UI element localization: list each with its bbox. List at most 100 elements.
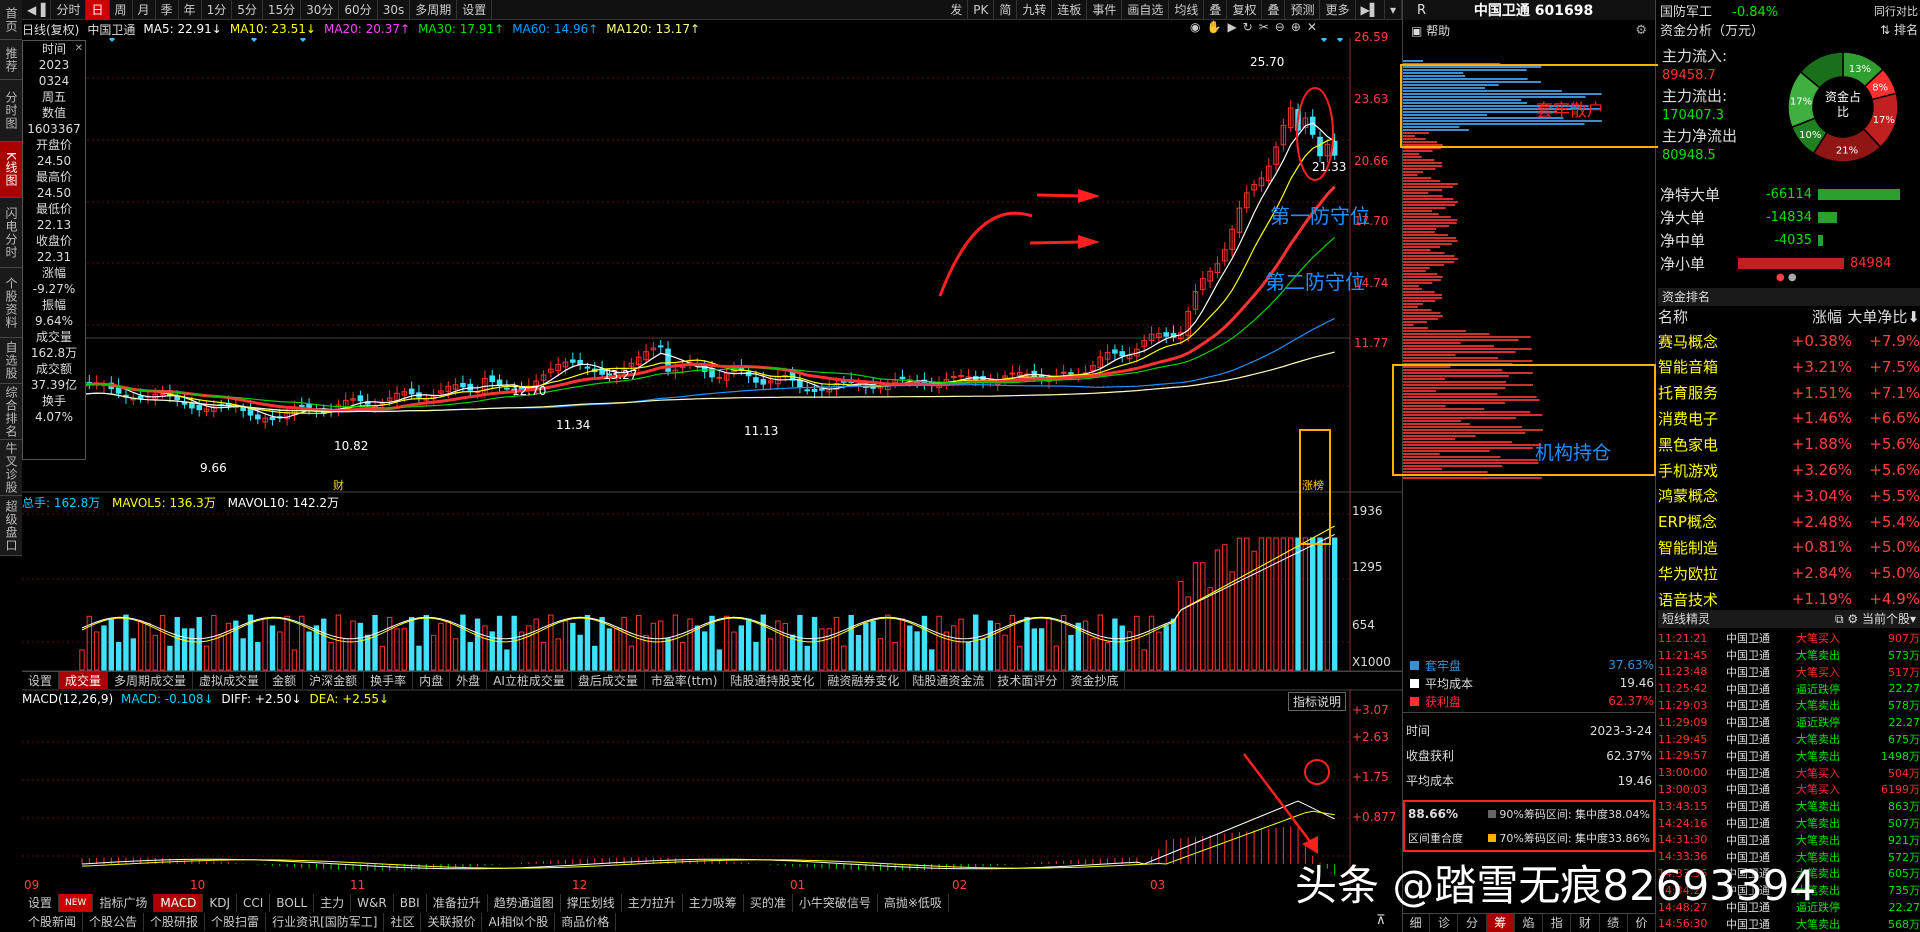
close-icon[interactable]: ✕ [1307, 20, 1323, 34]
volume-tab[interactable]: 虚拟成交量 [193, 672, 267, 689]
indicator-tab[interactable]: 主力拉升 [622, 894, 683, 912]
info-tab[interactable]: 社区 [384, 913, 422, 931]
nav-tab[interactable]: 超级盘口 [0, 496, 22, 556]
rank-link[interactable]: 排名 [1894, 23, 1918, 37]
tick-row[interactable]: 14:31:30 中国卫通 大笔卖出 921万 [1658, 832, 1920, 849]
scissors-icon[interactable]: ✂ [1259, 20, 1275, 34]
play-icon[interactable]: ▶ [1227, 20, 1242, 34]
col-name[interactable]: 名称 [1658, 306, 1762, 326]
period-tab[interactable]: 5分 [232, 0, 263, 20]
indicator-help-button[interactable]: 指标说明 [1288, 692, 1347, 711]
ranking-row[interactable]: 语音技术 +1.19% +4.9% [1658, 586, 1920, 612]
col-net[interactable]: 大单净比⬇ [1842, 306, 1920, 326]
ranking-row[interactable]: 华为欧拉 +2.84% +5.0% [1658, 560, 1920, 586]
tick-row[interactable]: 13:43:15 中国卫通 大笔卖出 863万 [1658, 798, 1920, 815]
indicator-tab[interactable]: 高抛※低吸 [878, 894, 949, 912]
volume-tab[interactable]: 换手率 [364, 672, 414, 689]
nav-tab[interactable]: 分时图 [0, 80, 22, 142]
tick-row[interactable]: 11:29:57 中国卫通 大笔卖出 1498万 [1658, 748, 1920, 765]
ranking-row[interactable]: 托育服务 +1.51% +7.1% [1658, 380, 1920, 406]
info-tab[interactable]: 个股新闻 [22, 913, 84, 931]
ranking-row[interactable]: 赛马概念 +0.38% +7.9% [1658, 328, 1920, 354]
volume-tab[interactable]: 技术面评分 [991, 672, 1065, 689]
period-tab[interactable]: 多周期 [410, 0, 458, 20]
volume-tab[interactable]: 金额 [266, 672, 304, 689]
volume-tab[interactable]: 市盈率(ttm) [645, 672, 725, 689]
chip-tab[interactable]: 分 [1458, 914, 1487, 932]
nav-tab[interactable]: 自选股 [0, 338, 22, 384]
tool-button[interactable]: 更多 [1320, 0, 1356, 20]
nav-tab[interactable]: 综合排名 [0, 384, 22, 440]
ranking-row[interactable]: 智能制造 +0.81% +5.0% [1658, 534, 1920, 560]
tool-button[interactable]: 九转 [1017, 0, 1053, 20]
info-tab[interactable]: 个股扫雷 [205, 913, 267, 931]
nav-tab[interactable]: 个股资料 [0, 268, 22, 338]
zoom-out-icon[interactable]: ⊖ [1275, 20, 1291, 34]
tick-row[interactable]: 13:00:00 中国卫通 大笔买入 504万 [1658, 764, 1920, 781]
tick-row[interactable]: 11:29:03 中国卫通 大笔卖出 578万 [1658, 697, 1920, 714]
indicator-tab[interactable]: 准备拉升 [427, 894, 488, 912]
indicator-tab[interactable]: 趋势通道图 [488, 894, 561, 912]
tool-button[interactable]: 叠 [1262, 0, 1286, 20]
volume-tab[interactable]: 融资融券变化 [821, 672, 907, 689]
tick-row[interactable]: 11:21:21 中国卫通 大笔买入 907万 [1658, 630, 1920, 647]
indicator-tab[interactable]: BOLL [270, 894, 315, 912]
indicator-tab[interactable]: 设置 [22, 894, 60, 912]
volume-tab[interactable]: 设置 [22, 672, 60, 689]
tool-button[interactable]: 发 [945, 0, 969, 20]
tick-row[interactable]: 11:21:45 中国卫通 大笔卖出 573万 [1658, 647, 1920, 664]
tick-row[interactable]: 14:56:30 中国卫通 大笔卖出 568万 [1658, 916, 1920, 932]
indicator-tab[interactable]: 指标广场 [93, 894, 155, 912]
gear-icon[interactable]: ⚙ [1847, 612, 1858, 626]
kline-area[interactable] [22, 38, 1402, 898]
volume-tab[interactable]: 资金抄底 [1064, 672, 1126, 689]
info-tab[interactable]: 关联报价 [421, 913, 483, 931]
indicator-tab[interactable]: BBI [394, 894, 427, 912]
period-tab[interactable]: 日 [86, 0, 110, 20]
info-tab[interactable]: AI相似个股 [482, 913, 556, 931]
nav-tab[interactable]: K线图 [0, 142, 22, 198]
period-tab[interactable]: 15分 [263, 0, 302, 20]
event-marker[interactable] [251, 38, 257, 42]
indicator-tab[interactable]: MACD [154, 894, 204, 912]
volume-tab[interactable]: AI立桩成交量 [487, 672, 572, 689]
tick-row[interactable]: 14:24:16 中国卫通 大笔卖出 507万 [1658, 815, 1920, 832]
limit-up-marker[interactable]: 涨榜 [1302, 477, 1324, 493]
ranking-row[interactable]: 黑色家电 +1.88% +5.6% [1658, 431, 1920, 457]
period-tab[interactable]: 30s [378, 0, 411, 20]
volume-tab[interactable]: 盘后成交量 [572, 672, 645, 689]
tick-row[interactable]: 11:25:42 中国卫通 逼近跌停 22.27 [1658, 680, 1920, 697]
chip-tab[interactable]: 财 [1571, 914, 1600, 932]
ranking-row[interactable]: 手机游戏 +3.26% +5.6% [1658, 457, 1920, 483]
chip-tab[interactable]: 细 [1402, 914, 1431, 932]
chip-tab[interactable]: 焰 [1515, 914, 1544, 932]
earnings-marker[interactable]: 财 [333, 477, 344, 493]
chevron-down-icon[interactable]: ▾ [1910, 612, 1916, 626]
period-tab[interactable]: 60分 [339, 0, 378, 20]
volume-tab[interactable]: 外盘 [450, 672, 488, 689]
dropdown-icon[interactable]: ▾ [1385, 0, 1402, 20]
tool-button[interactable]: 连板 [1052, 0, 1088, 20]
close-icon[interactable]: ✕ [75, 41, 83, 57]
tick-scope[interactable]: 当前个股 [1862, 612, 1910, 626]
hand-icon[interactable]: ✋ [1206, 20, 1227, 34]
tool-button[interactable]: 事件 [1087, 0, 1123, 20]
nav-tab[interactable]: 推荐 [0, 40, 22, 80]
chip-help[interactable]: 帮助 [1426, 24, 1450, 38]
tool-button[interactable]: 预测 [1285, 0, 1321, 20]
tool-icon[interactable]: ◀▐ [22, 0, 52, 20]
volume-tab[interactable]: 内盘 [413, 672, 451, 689]
chip-tab[interactable]: 筹 [1486, 914, 1515, 932]
volume-tab[interactable]: 陆股通资金流 [906, 672, 992, 689]
event-marker[interactable] [109, 38, 115, 42]
ranking-row[interactable]: ERP概念 +2.48% +5.4% [1658, 509, 1920, 535]
indicator-tab[interactable]: 主力吸筹 [683, 894, 744, 912]
period-tab[interactable]: 分时 [51, 0, 87, 20]
indicator-tab[interactable]: W&R [351, 894, 394, 912]
chart-mode[interactable]: 日线(复权) [22, 21, 79, 38]
event-marker[interactable] [300, 38, 306, 42]
tool-button[interactable]: 画自选 [1122, 0, 1170, 20]
ranking-row[interactable]: 智能音箱 +3.21% +7.5% [1658, 354, 1920, 380]
expand-icon[interactable]: ▶▌ [1356, 0, 1385, 20]
period-tab[interactable]: 年 [179, 0, 202, 20]
